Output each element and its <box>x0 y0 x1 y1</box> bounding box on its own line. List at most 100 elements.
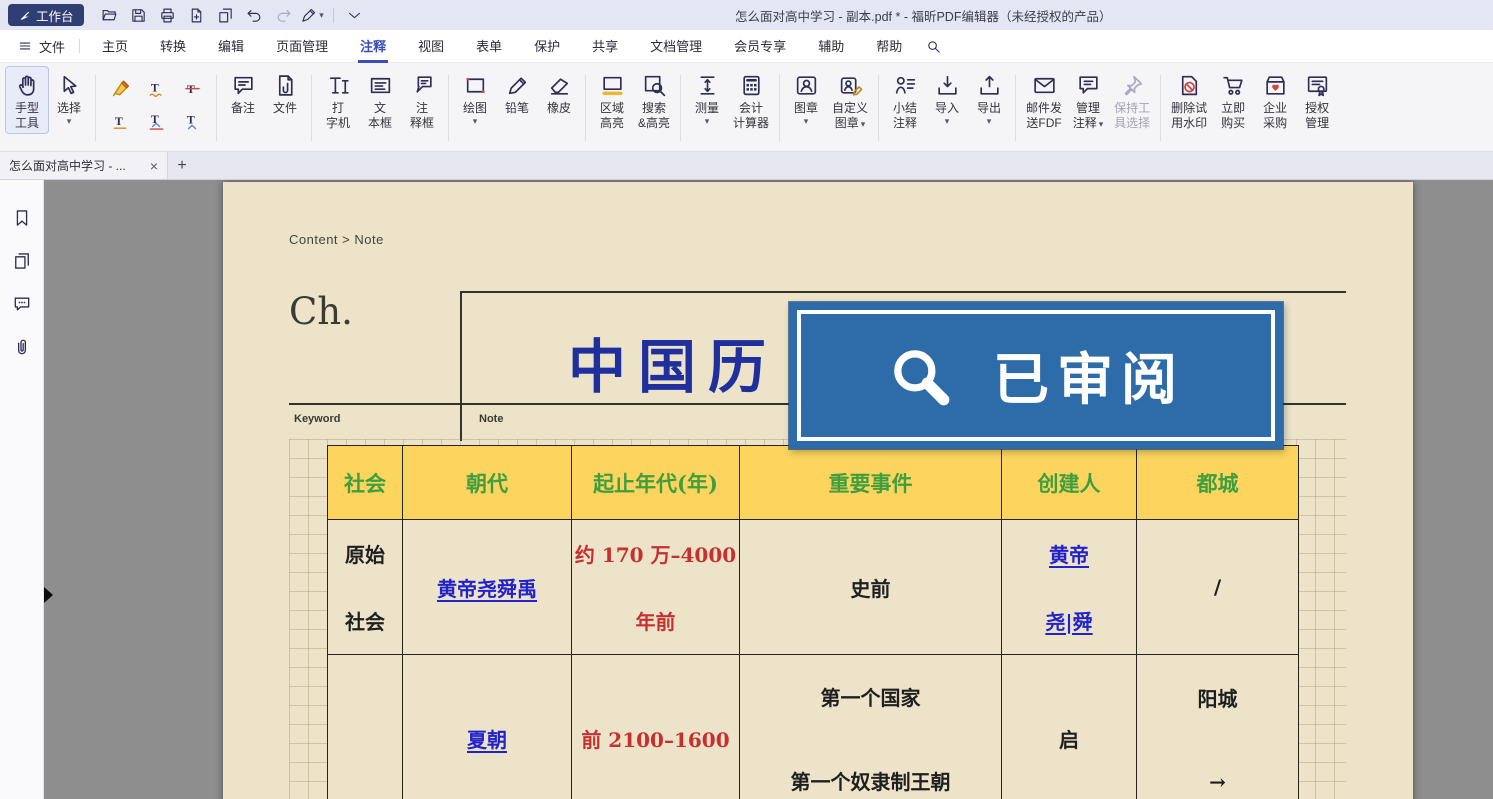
area-highlight-tool[interactable]: 区域高亮 <box>591 67 633 133</box>
table-link[interactable]: 尧|舜 <box>1045 606 1092 635</box>
insert-text-tool[interactable]: T <box>175 107 209 137</box>
buy-now-button[interactable]: 立即购买 <box>1212 67 1254 133</box>
reviewed-stamp[interactable]: 已审阅 <box>789 302 1283 449</box>
remove-trial-watermark-button[interactable]: 删除试用水印 <box>1166 67 1212 133</box>
file-attachment-tool[interactable]: 文件 <box>264 67 306 118</box>
menu-tab-view[interactable]: 视图 <box>402 30 460 63</box>
menu-tab-edit[interactable]: 编辑 <box>202 30 260 63</box>
note-tool[interactable]: 备注 <box>222 67 264 118</box>
export-comments-tool[interactable]: 导出▾ <box>968 67 1010 128</box>
underline-tool[interactable]: T <box>103 107 137 137</box>
tool-label-text: 采购 <box>1263 116 1287 130</box>
typewriter-icon <box>326 72 351 98</box>
pencil-tool[interactable]: 铅笔 <box>496 67 538 118</box>
open-file-button[interactable] <box>96 3 123 27</box>
document-tab[interactable]: 怎么面对高中学习 - ... × <box>0 152 168 179</box>
table-link[interactable]: 黄帝 <box>1049 539 1089 568</box>
enterprise-purchase-button[interactable]: 企业采购 <box>1254 67 1296 133</box>
print-icon <box>159 7 176 24</box>
hand-icon <box>15 72 40 98</box>
strikethrough-tool[interactable]: T <box>175 74 209 104</box>
select-tool[interactable]: 选择▾ <box>48 67 90 128</box>
toolbar-more-button[interactable] <box>341 3 368 27</box>
stamp-tool[interactable]: 图章▾ <box>785 67 827 128</box>
tool-label-line: 选择 <box>57 101 81 116</box>
callout-tool[interactable]: 注释框 <box>401 67 443 133</box>
save-button[interactable] <box>125 3 152 27</box>
hand-tool[interactable]: 手型工具 <box>6 67 48 133</box>
email-fdf-tool[interactable]: 邮件发送FDF <box>1021 67 1067 133</box>
table-header-row: 社会朝代起止年代(年)重要事件创建人都城 <box>328 446 1299 521</box>
measure-tool[interactable]: 测量▾ <box>686 67 728 128</box>
import-comments-tool[interactable]: 导入▾ <box>926 67 968 128</box>
attachments-panel-button[interactable] <box>12 337 32 357</box>
print-button[interactable] <box>154 3 181 27</box>
close-tab-icon[interactable]: × <box>150 159 158 173</box>
typewriter-tool[interactable]: 打字机 <box>317 67 359 133</box>
convert-button[interactable] <box>212 3 239 27</box>
summarize-comments-tool[interactable]: 小结注释 <box>884 67 926 133</box>
panel-expand-handle[interactable] <box>44 587 53 603</box>
ribbon-divider <box>448 75 449 141</box>
menu-tab-doc-manage[interactable]: 文档管理 <box>634 30 718 63</box>
drawing-tool[interactable]: 绘图▾ <box>454 67 496 128</box>
textbox-tool[interactable]: 文本框 <box>359 67 401 133</box>
license-management-button[interactable]: 授权管理 <box>1296 67 1338 133</box>
tool-label: 注释框 <box>410 101 434 131</box>
select-cursor-icon <box>57 72 82 98</box>
bookmarks-panel-button[interactable] <box>12 208 32 228</box>
tool-label-line: 搜索 <box>638 101 670 116</box>
table-row: 夏朝前 2100–1600第一个国家第一个奴隶制王朝启阳城→ <box>328 655 1299 799</box>
menu-tab-home[interactable]: 主页 <box>86 30 144 63</box>
tool-label: 会计计算器 <box>733 101 769 131</box>
export-icon <box>977 72 1002 98</box>
table-link[interactable]: 黄帝尧舜禹 <box>437 573 537 602</box>
pencil-icon <box>505 72 530 98</box>
replace-text-icon: T <box>146 112 167 133</box>
menu-tab-protect[interactable]: 保护 <box>518 30 576 63</box>
callout-icon <box>410 72 435 98</box>
new-tab-button[interactable]: + <box>168 152 196 179</box>
tool-label-line: 文 <box>368 101 392 116</box>
tool-label: 企业采购 <box>1263 101 1287 131</box>
menu-tab-convert[interactable]: 转换 <box>144 30 202 63</box>
manage-comments-tool[interactable]: 管理注释▾ <box>1067 67 1109 134</box>
summary-icon <box>893 72 918 98</box>
undo-button[interactable] <box>241 3 268 27</box>
accounting-calculator-tool[interactable]: 会计计算器 <box>728 67 774 133</box>
search-icon[interactable] <box>926 39 941 54</box>
menu-tab-member[interactable]: 会员专享 <box>718 30 802 63</box>
squiggly-underline-tool[interactable]: T <box>139 74 173 104</box>
redo-button[interactable] <box>270 3 297 27</box>
ribbon-group: 测量▾会计计算器 <box>684 67 776 149</box>
menu-tab-assist[interactable]: 辅助 <box>802 30 860 63</box>
export-pdf-button[interactable] <box>183 3 210 27</box>
menu-tab-share[interactable]: 共享 <box>576 30 634 63</box>
search-highlight-tool[interactable]: 搜索&高亮 <box>633 67 675 133</box>
tool-label: 授权管理 <box>1305 101 1329 131</box>
table-cell: / <box>1136 519 1299 655</box>
workbench-button[interactable]: 工作台 <box>8 4 84 26</box>
custom-stamp-tool[interactable]: 自定义图章▾ <box>827 67 873 134</box>
table-link[interactable]: 夏朝 <box>467 724 507 753</box>
title-rule-line <box>460 291 1346 293</box>
menu-tab-help[interactable]: 帮助 <box>860 30 918 63</box>
highlight-tool[interactable] <box>103 74 137 104</box>
page-thumbnails-panel-button[interactable] <box>12 251 32 271</box>
replace-text-tool[interactable]: T <box>139 107 173 137</box>
menu-tab-comment[interactable]: 注释 <box>344 30 402 63</box>
tool-label-line: 图章▾ <box>832 116 868 132</box>
keep-tool-selected-toggle[interactable]: 保持工具选择 <box>1109 67 1155 133</box>
menu-tab-page-manage[interactable]: 页面管理 <box>260 30 344 63</box>
tool-label-text: 橡皮 <box>547 101 571 115</box>
tool-label-text: 选择 <box>57 101 81 115</box>
table-cell: 原始社会 <box>327 519 404 655</box>
enterprise-icon <box>1263 72 1288 98</box>
comments-panel-button[interactable] <box>12 294 32 314</box>
table-cell: 夏朝 <box>402 654 572 799</box>
file-menu-button[interactable]: 文件 <box>10 30 73 63</box>
eraser-tool[interactable]: 橡皮 <box>538 67 580 118</box>
toolbar-divider <box>333 8 334 23</box>
quick-tool-button[interactable]: ▾ <box>299 3 326 27</box>
menu-tab-form[interactable]: 表单 <box>460 30 518 63</box>
